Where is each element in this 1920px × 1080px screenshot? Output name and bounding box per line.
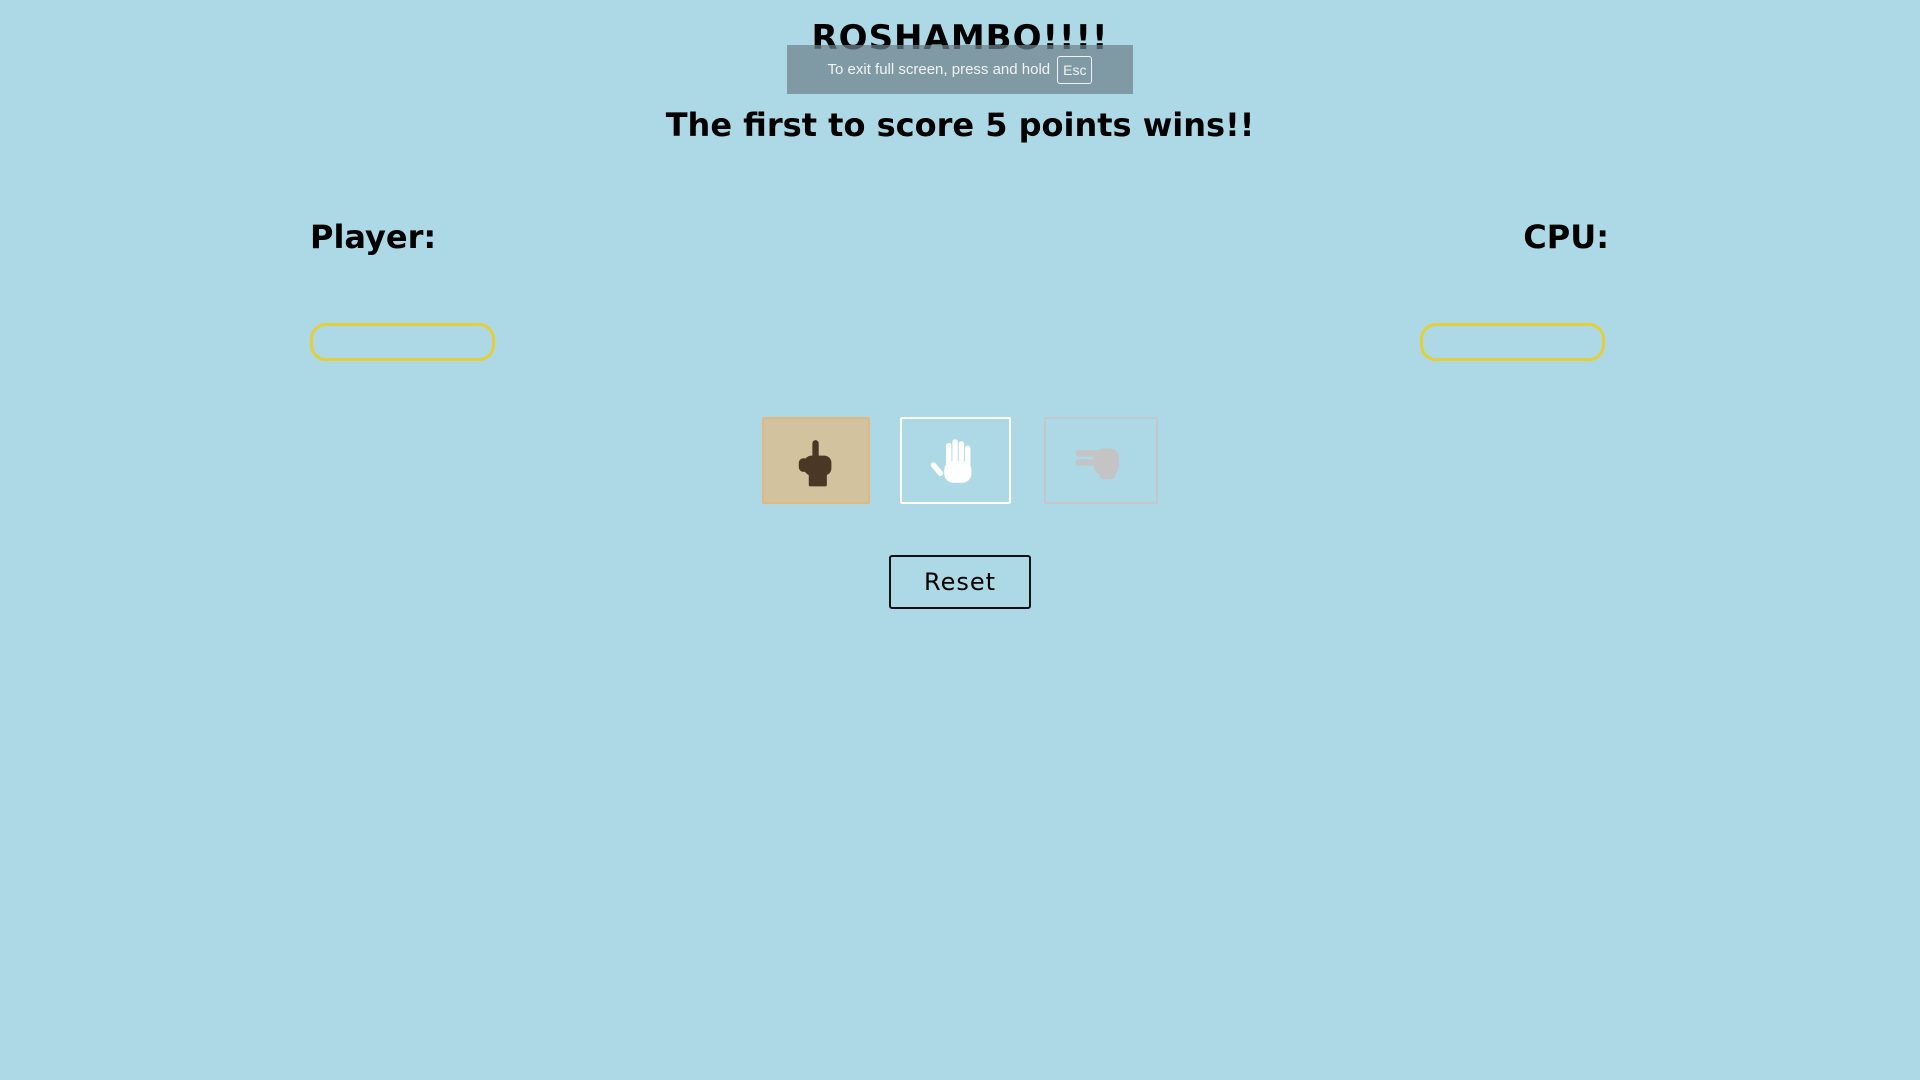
game-page: ROSHAMBO!!!! To exit full screen, press … bbox=[0, 0, 1920, 1080]
fullscreen-exit-notice: To exit full screen, press and hold Esc bbox=[787, 45, 1133, 94]
player-label: Player: bbox=[310, 218, 437, 256]
cpu-score-display bbox=[1420, 323, 1605, 361]
rock-button[interactable] bbox=[762, 417, 870, 504]
scissors-hand-icon bbox=[1075, 447, 1120, 479]
fist-icon bbox=[798, 439, 832, 486]
scissors-button[interactable] bbox=[1044, 417, 1158, 504]
player-score-display bbox=[310, 323, 495, 361]
fullscreen-notice-text: To exit full screen, press and hold bbox=[827, 61, 1051, 78]
reset-button[interactable]: Reset bbox=[889, 555, 1031, 609]
cpu-label: CPU: bbox=[1523, 218, 1609, 256]
esc-key-hint: Esc bbox=[1057, 55, 1093, 84]
open-hand-icon bbox=[930, 438, 971, 483]
game-rules-subtitle: The first to score 5 points wins!! bbox=[665, 106, 1255, 144]
paper-button[interactable] bbox=[900, 417, 1011, 504]
